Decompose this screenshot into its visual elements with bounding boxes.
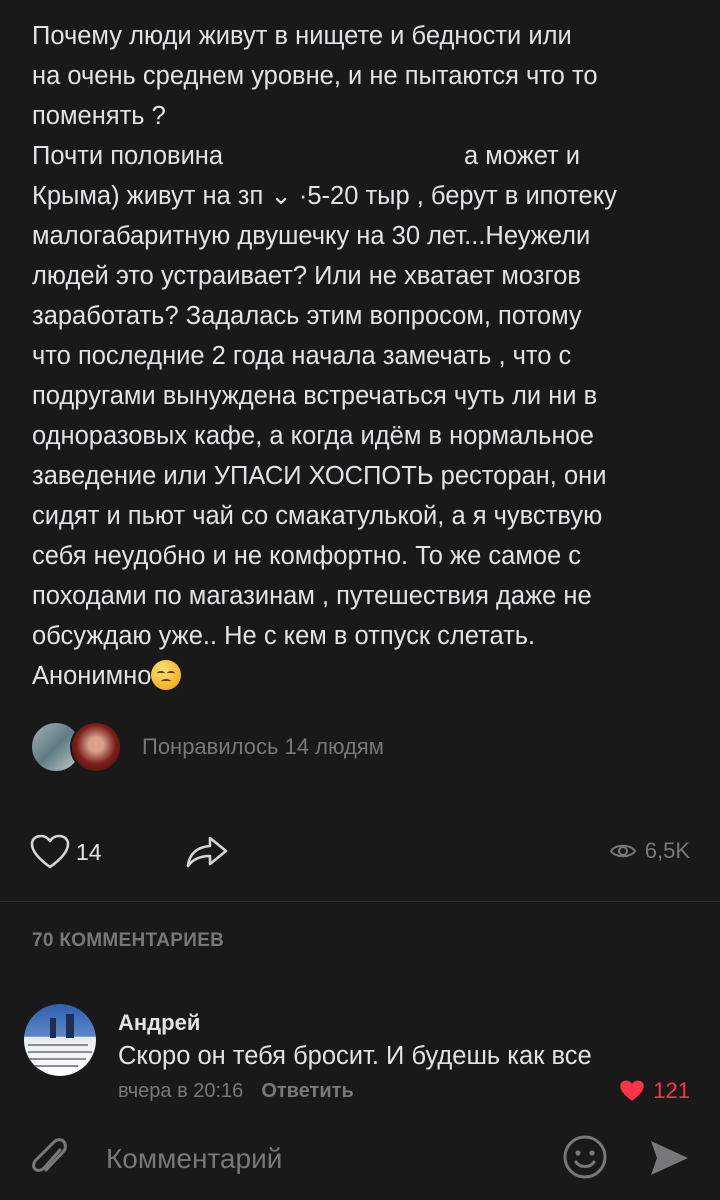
post-text: Почему люди живут в нищете и бедности ил…	[32, 16, 692, 696]
comment-time: вчера в 20:16	[118, 1080, 244, 1102]
post-actions: 14 6,5K	[0, 828, 720, 878]
emoji-button[interactable]	[562, 1134, 608, 1185]
views-count: 6,5K	[644, 838, 690, 863]
liked-by-text[interactable]: Понравилось 14 людям	[142, 734, 384, 760]
avatar[interactable]	[70, 721, 122, 773]
comment-like-count: 121	[653, 1078, 690, 1103]
post-body: Почему люди живут в нищете и бедности ил…	[32, 22, 617, 690]
comment-text: Скоро он тебя бросит. И будешь как все	[118, 1042, 592, 1070]
comment-item: Андрей Скоро он тебя бросит. И будешь ка…	[0, 1000, 720, 1110]
comment-like-button[interactable]: 121	[619, 1078, 690, 1104]
comment-meta: вчера в 20:16 Ответить	[118, 1080, 354, 1103]
send-button[interactable]	[648, 1138, 690, 1183]
share-button[interactable]	[184, 834, 230, 875]
send-arrow-icon	[651, 1141, 688, 1175]
share-arrow-icon	[186, 836, 228, 868]
smiley-icon	[563, 1135, 607, 1179]
attach-button[interactable]	[30, 1136, 70, 1185]
views-counter: 6,5K	[609, 838, 690, 864]
comments-count-header: 70 КОММЕНТАРИЕВ	[32, 930, 225, 951]
divider	[0, 901, 720, 902]
like-button[interactable]: 14	[30, 834, 102, 870]
paperclip-icon	[32, 1138, 67, 1172]
like-count: 14	[76, 838, 102, 865]
comment-composer	[0, 1120, 720, 1200]
eye-icon	[609, 844, 636, 858]
avatar[interactable]	[24, 1004, 96, 1076]
heart-outline-icon	[30, 834, 70, 869]
reply-button[interactable]: Ответить	[261, 1080, 353, 1102]
pensive-face-icon	[151, 660, 182, 690]
comment-author[interactable]: Андрей	[118, 1010, 200, 1036]
comment-input[interactable]	[104, 1136, 548, 1182]
heart-filled-icon	[620, 1080, 644, 1101]
liked-by-row[interactable]: Понравилось 14 людям	[30, 720, 384, 774]
